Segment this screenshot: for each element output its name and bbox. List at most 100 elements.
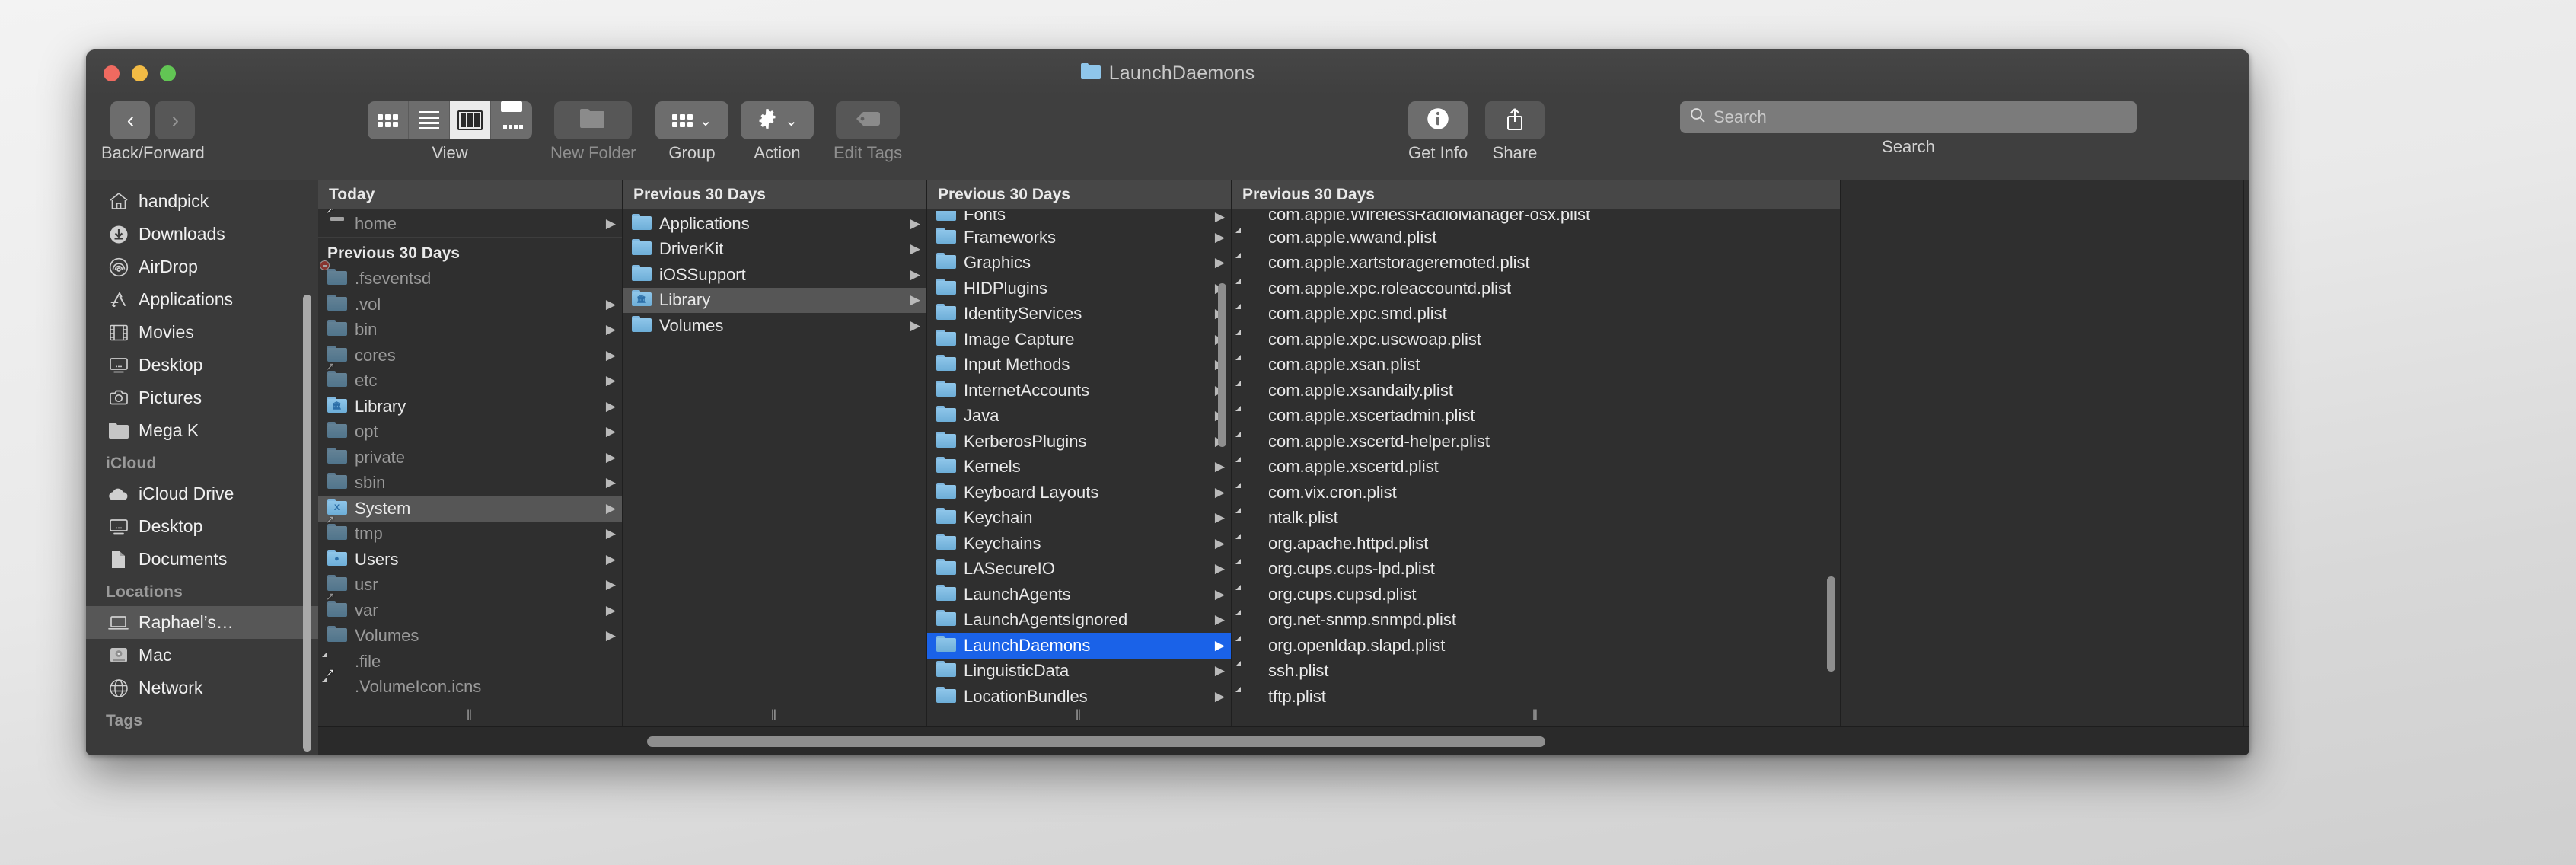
file-row[interactable]: 🏛 Library ▶ (623, 287, 926, 313)
file-row[interactable]: Keyboard Layouts ▶ (927, 480, 1231, 506)
file-row[interactable]: com.apple.xpc.uscwoap.plist (1232, 327, 1840, 353)
file-row[interactable]: private ▶ (318, 445, 622, 471)
sidebar-item-downloads[interactable]: Downloads (86, 218, 318, 251)
file-row[interactable]: com.apple.xartstorageremoted.plist (1232, 251, 1840, 276)
file-row[interactable]: Volumes ▶ (623, 313, 926, 339)
file-row[interactable]: com.apple.xpc.smd.plist (1232, 302, 1840, 327)
sidebar-item-icloud-drive[interactable]: iCloud Drive (86, 477, 318, 510)
file-row[interactable]: LaunchDaemons ▶ (927, 633, 1231, 659)
file-row[interactable]: LaunchAgents ▶ (927, 582, 1231, 608)
view-gallery-mode[interactable] (491, 101, 532, 139)
sidebar-item-mega-k[interactable]: Mega K (86, 414, 318, 447)
column-list[interactable]: com.apple.WirelessRadioManager-osx.plist… (1232, 209, 1840, 726)
sidebar-scrollbar[interactable] (303, 295, 311, 752)
view-list-mode[interactable] (409, 101, 450, 139)
file-row[interactable]: Applications ▶ (623, 211, 926, 237)
file-row[interactable]: Input Methods▶ (927, 353, 1231, 378)
sidebar-item-pictures[interactable]: Pictures (86, 381, 318, 414)
file-row[interactable]: LinguisticData ▶ (927, 659, 1231, 685)
column-scrollbar[interactable] (1218, 283, 1226, 447)
file-row[interactable]: ↗ var ▶ (318, 590, 622, 624)
file-row[interactable]: com.apple.WirelessRadioManager-osx.plist (1232, 211, 1840, 225)
file-row[interactable]: com.apple.wwand.plist (1232, 225, 1840, 251)
view-column-mode[interactable] (450, 101, 491, 139)
back-button[interactable]: ‹ (110, 101, 151, 139)
sidebar-item-mac[interactable]: Mac (86, 639, 318, 672)
file-row[interactable]: Keychain ▶ (927, 506, 1231, 531)
sidebar-item-handpick[interactable]: handpick (86, 185, 318, 218)
file-row[interactable]: .vol ▶ (318, 292, 622, 318)
file-row[interactable]: IdentityServices▶ (927, 302, 1231, 327)
column-list[interactable]: Fonts▶Frameworks▶Graphics▶HIDPlugins▶Ide… (927, 209, 1231, 726)
file-row[interactable]: Graphics ▶ (927, 251, 1231, 276)
file-row[interactable]: .fseventsd (318, 260, 622, 292)
file-row[interactable]: LaunchAgentsIgnored ▶ (927, 608, 1231, 634)
file-row[interactable]: usr ▶ (318, 573, 622, 598)
action-button[interactable]: ⌄ (741, 101, 814, 139)
file-row[interactable]: com.apple.xscertd-helper.plist (1232, 429, 1840, 455)
sidebar-item-airdrop[interactable]: AirDrop (86, 251, 318, 283)
edit-tags-button[interactable] (836, 101, 901, 139)
view-icon-mode[interactable] (368, 101, 409, 139)
horizontal-scrollbar[interactable] (318, 726, 2249, 755)
file-row[interactable]: ● Users ▶ (318, 547, 622, 573)
file-row[interactable]: Fonts ▶ (927, 211, 1231, 225)
file-row[interactable]: LocationBundles ▶ (927, 684, 1231, 710)
file-row[interactable]: ntalk.plist (1232, 506, 1840, 531)
file-row[interactable]: opt ▶ (318, 420, 622, 445)
file-row[interactable]: Frameworks ▶ (927, 225, 1231, 251)
sidebar-item-desktop[interactable]: Desktop (86, 349, 318, 381)
file-row[interactable]: Kernels ▶ (927, 455, 1231, 480)
file-row[interactable]: org.openldap.slapd.plist (1232, 633, 1840, 659)
horizontal-scroll-thumb[interactable] (647, 736, 1545, 747)
file-row[interactable]: com.apple.xscertd.plist (1232, 455, 1840, 480)
file-row[interactable]: DriverKit ▶ (623, 237, 926, 263)
file-row[interactable]: .file (318, 649, 622, 675)
column-list[interactable]: ↗home▶Previous 30 Days.fseventsd.vol▶bin… (318, 209, 622, 726)
sidebar-item-raphael-s[interactable]: Raphael’s… (86, 606, 318, 639)
file-row[interactable]: ↗ etc ▶ (318, 360, 622, 394)
file-row[interactable]: org.net-snmp.snmpd.plist (1232, 608, 1840, 634)
file-row[interactable]: org.cups.cupsd.plist (1232, 582, 1840, 608)
sidebar-item-documents[interactable]: Documents (86, 543, 318, 576)
file-row[interactable]: LASecureIO ▶ (927, 557, 1231, 583)
file-row[interactable]: Volumes ▶ (318, 624, 622, 650)
file-row[interactable]: com.apple.xscertadmin.plist (1232, 404, 1840, 429)
file-row[interactable]: Image Capture▶ (927, 327, 1231, 353)
search-box[interactable] (1680, 101, 2137, 133)
forward-button[interactable]: › (155, 101, 196, 139)
file-row[interactable]: com.apple.xsandaily.plist (1232, 378, 1840, 404)
group-button[interactable]: ⌄ (655, 101, 728, 139)
window-titlebar[interactable]: LaunchDaemons (86, 49, 2249, 95)
file-row[interactable]: com.apple.xpc.roleaccountd.plist (1232, 276, 1840, 302)
file-row[interactable]: KerberosPlugins▶ (927, 429, 1231, 455)
sidebar-item-network[interactable]: Network (86, 672, 318, 704)
sidebar-item-movies[interactable]: Movies (86, 316, 318, 349)
column-scrollbar[interactable] (1827, 576, 1835, 672)
file-row[interactable]: ↗ tmp ▶ (318, 513, 622, 547)
file-row[interactable]: HIDPlugins▶ (927, 276, 1231, 302)
file-row[interactable]: sbin ▶ (318, 471, 622, 496)
new-folder-button[interactable] (554, 101, 633, 139)
search-input[interactable] (1714, 107, 2128, 127)
column-list[interactable] (1841, 209, 2243, 726)
file-row[interactable]: InternetAccounts▶ (927, 378, 1231, 404)
file-row[interactable]: org.apache.httpd.plist (1232, 531, 1840, 557)
file-row[interactable]: iOSSupport ▶ (623, 262, 926, 288)
file-row[interactable]: com.apple.xsan.plist (1232, 353, 1840, 378)
view-switcher[interactable] (368, 101, 532, 139)
sidebar-item-applications[interactable]: Applications (86, 283, 318, 316)
file-row[interactable]: ssh.plist (1232, 659, 1840, 685)
file-row[interactable]: cores ▶ (318, 343, 622, 369)
file-row[interactable]: org.cups.cups-lpd.plist (1232, 557, 1840, 583)
file-row[interactable]: X System ▶ (318, 496, 622, 522)
file-row[interactable]: Java▶ (927, 404, 1231, 429)
file-row[interactable]: com.vix.cron.plist (1232, 480, 1840, 506)
file-row[interactable]: 🏛 Library ▶ (318, 394, 622, 420)
sidebar-item-desktop[interactable]: Desktop (86, 510, 318, 543)
file-row[interactable]: Keychains ▶ (927, 531, 1231, 557)
file-row[interactable]: ↗ .VolumeIcon.icns (318, 666, 622, 701)
file-row[interactable]: ↗ home ▶ (318, 209, 622, 237)
file-row[interactable]: bin ▶ (318, 318, 622, 343)
column-list[interactable]: Applications ▶ DriverKit ▶ iOSSupport ▶ 🏛 Libra… (623, 209, 926, 726)
